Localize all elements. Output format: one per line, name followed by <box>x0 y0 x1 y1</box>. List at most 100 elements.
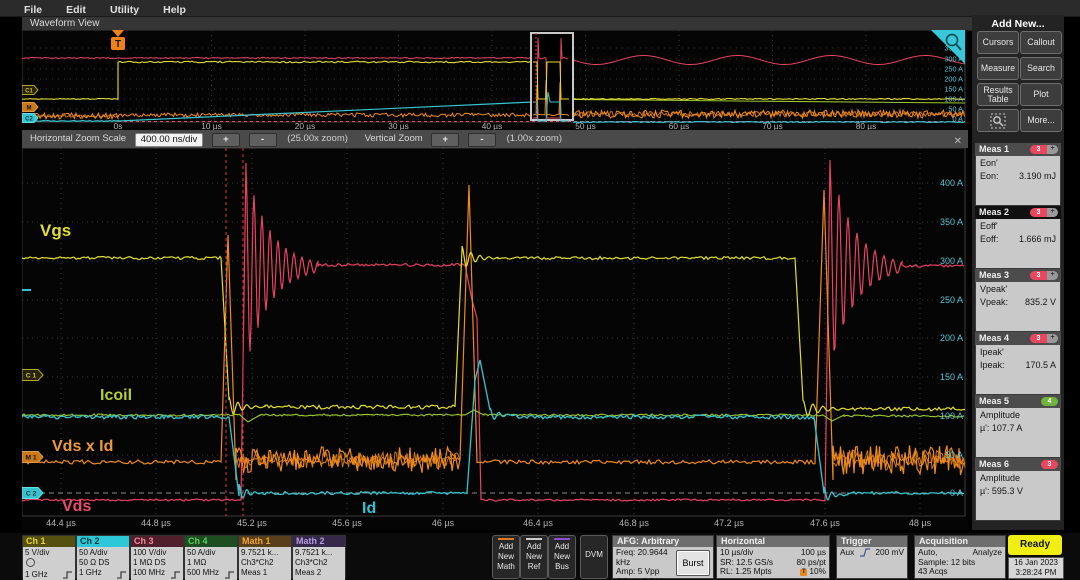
svg-text:45.6 µs: 45.6 µs <box>332 518 362 528</box>
add-callout-button[interactable]: Callout <box>1020 31 1062 54</box>
channel-name: Math 1 <box>239 536 291 547</box>
h-zoom-minus-button[interactable]: - <box>249 133 277 147</box>
svg-text:350 A: 350 A <box>940 217 963 227</box>
svg-text:250 A: 250 A <box>944 65 963 74</box>
area-zoom-icon[interactable] <box>977 109 1019 132</box>
svg-text:40 µs: 40 µs <box>482 121 502 130</box>
svg-text:Vgs: Vgs <box>40 221 71 240</box>
channel-badge-math-2[interactable]: Math 29.7521 k...Ch3*Ch2Meas 2 <box>292 535 346 579</box>
svg-text:100 A: 100 A <box>944 95 963 104</box>
burst-button[interactable]: Burst <box>676 550 710 576</box>
waveform-view-title: Waveform View <box>22 17 976 31</box>
svg-text:50 A: 50 A <box>948 105 963 114</box>
channel-badge-ch-2[interactable]: Ch 250 A/div50 Ω DS1 GHz <box>76 535 130 579</box>
svg-text:C2: C2 <box>25 116 33 122</box>
add-new-title: Add New... <box>972 15 1064 30</box>
measurement-badge-meas-2[interactable]: Meas 23+Eoff'Eoff:1.666 mJ <box>975 206 1061 266</box>
measurement-name: Meas 23+ <box>975 206 1061 219</box>
zoom-scale-input[interactable]: 400.00 ns/div <box>135 133 204 147</box>
more-button[interactable]: More... <box>1020 109 1062 132</box>
add-cursors-button[interactable]: Cursors <box>977 31 1019 54</box>
measurement-name: Meas 43+ <box>975 332 1061 345</box>
measurement-badge-meas-4[interactable]: Meas 43+Ipeak'Ipeak:170.5 A <box>975 332 1061 392</box>
channel-setting-row: 100 V/div <box>133 548 181 558</box>
svg-text:46.4 µs: 46.4 µs <box>523 518 553 528</box>
channel-marker[interactable]: C 1 <box>22 370 43 381</box>
measurement-value: 170.5 A <box>1025 360 1056 370</box>
channel-badge-math-1[interactable]: Math 19.7521 k...Ch3*Ch2Meas 1 <box>238 535 292 579</box>
measurement-badge-meas-1[interactable]: Meas 13+Eon'Eon:3.190 mJ <box>975 143 1061 203</box>
trigger-position-icon: T <box>800 569 807 576</box>
source-badge: 4 <box>1041 397 1058 406</box>
svg-text:30 µs: 30 µs <box>388 121 408 130</box>
svg-text:Icoil: Icoil <box>100 387 132 404</box>
ready-status-button[interactable]: Ready <box>1008 535 1062 555</box>
afg-title: AFG: Arbitrary <box>613 536 713 547</box>
measurement-badge-meas-5[interactable]: Meas 54Amplitudeµ': 107.7 A <box>975 395 1061 455</box>
add-new-ref-button[interactable]: AddNewRef <box>520 535 548 579</box>
overview-plot[interactable]: TC1MC20s10 µs20 µs30 µs40 µs50 µs60 µs70… <box>22 30 968 130</box>
add-new-math-button[interactable]: AddNewMath <box>492 535 520 579</box>
main-plot[interactable]: C 1M 1C 2VgsIcoilVds x IdVdsId44.4 µs44.… <box>22 148 968 530</box>
channel-marker[interactable]: M <box>22 103 38 112</box>
channel-marker[interactable]: M 1 <box>22 452 43 463</box>
menu-item-file[interactable]: File <box>24 2 42 16</box>
channel-setting-row <box>25 558 73 570</box>
svg-text:C 1: C 1 <box>26 373 37 380</box>
svg-text:200 A: 200 A <box>944 75 963 84</box>
v-zoom-plus-button[interactable]: + <box>431 133 459 147</box>
menu-item-help[interactable]: Help <box>163 2 186 16</box>
measurement-line1: Vpeak' <box>980 284 1056 294</box>
menu-bar: File Edit Utility Help <box>0 0 1080 17</box>
svg-text:44.4 µs: 44.4 µs <box>46 518 76 528</box>
h-zoom-plus-button[interactable]: + <box>212 133 240 147</box>
measurement-badge-meas-6[interactable]: Meas 63Amplitudeµ': 595.3 V <box>975 458 1061 518</box>
measurement-name: Meas 54 <box>975 395 1061 408</box>
channel-marker[interactable]: C1 <box>22 86 38 95</box>
horizontal-zoom-bar: Horizontal Zoom Scale 400.00 ns/div + - … <box>22 130 968 148</box>
menu-item-edit[interactable]: Edit <box>66 2 86 16</box>
channel-badge-ch-4[interactable]: Ch 450 A/div1 MΩ500 MHz <box>184 535 238 579</box>
measurement-name: Meas 63 <box>975 458 1061 471</box>
svg-text:60 µs: 60 µs <box>669 121 689 130</box>
svg-text:300 A: 300 A <box>940 256 963 266</box>
channel-marker[interactable]: C 2 <box>22 488 43 499</box>
svg-text:250 A: 250 A <box>940 295 963 305</box>
channel-badge-ch-1[interactable]: Ch 15 V/div1 GHz <box>22 535 76 579</box>
measurement-value: µ': 107.7 A <box>980 423 1056 433</box>
channel-setting-row: 9.7521 k... <box>241 548 289 558</box>
close-zoom-icon[interactable]: ✕ <box>954 136 962 147</box>
horizontal-position: 10% <box>809 566 826 576</box>
dvm-button[interactable]: DVM <box>580 535 608 579</box>
svg-text:100 A: 100 A <box>940 411 963 421</box>
svg-text:50 µs: 50 µs <box>575 121 595 130</box>
menu-item-utility[interactable]: Utility <box>110 2 139 16</box>
svg-text:70 µs: 70 µs <box>762 121 782 130</box>
date-text: 16 Jan 2023 <box>1009 558 1063 568</box>
v-zoom-minus-button[interactable]: - <box>468 133 496 147</box>
add-new-bus-button[interactable]: AddNewBus <box>548 535 576 579</box>
afg-freq: Freq: 20.9644 kHz <box>616 548 678 567</box>
source-badge: 3+ <box>1030 145 1058 154</box>
add-plot-button[interactable]: Plot <box>1020 83 1062 106</box>
channel-name: Ch 1 <box>23 536 75 547</box>
channel-badge-ch-3[interactable]: Ch 3100 V/div1 MΩ DS100 MHz <box>130 535 184 579</box>
add-measure-button[interactable]: Measure <box>977 57 1019 80</box>
add-results-table-button[interactable]: Results Table <box>977 83 1019 106</box>
afg-panel[interactable]: AFG: Arbitrary Freq: 20.9644 kHz Amp: 5 … <box>612 535 714 579</box>
time-text: 3:28:24 PM <box>1009 568 1063 578</box>
horizontal-panel[interactable]: Horizontal 10 µs/div 100 µs SR: 12.5 GS/… <box>716 535 830 579</box>
measurement-line1: Eoff' <box>980 221 1056 231</box>
rising-edge-icon <box>860 548 870 558</box>
channel-marker[interactable]: C2 <box>22 114 38 123</box>
svg-text:20 µs: 20 µs <box>295 121 315 130</box>
bandwidth-filter-icon <box>117 571 127 579</box>
channel-setting-row: 5 V/div <box>25 548 73 558</box>
measurement-line1: Amplitude <box>980 473 1056 483</box>
svg-text:M: M <box>27 105 32 111</box>
measurement-badge-meas-3[interactable]: Meas 33+Vpeak'Vpeak:835.2 V <box>975 269 1061 329</box>
acquisition-panel[interactable]: Acquisition Auto, Analyze Sample: 12 bit… <box>914 535 1006 579</box>
channel-name: Ch 3 <box>131 536 183 547</box>
add-search-button[interactable]: Search <box>1020 57 1062 80</box>
trigger-panel[interactable]: Trigger Aux 200 mV <box>836 535 908 579</box>
